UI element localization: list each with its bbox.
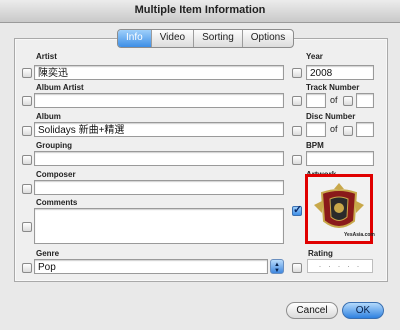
track-of-label: of — [330, 95, 338, 105]
year-field[interactable]: 2008 — [306, 65, 374, 80]
bpm-field[interactable] — [306, 151, 374, 166]
genre-checkbox[interactable] — [22, 263, 32, 273]
artist-field[interactable]: 陳奕迅 — [34, 65, 284, 80]
rating-stars[interactable]: · · · · · — [307, 259, 373, 273]
rating-checkbox[interactable] — [292, 263, 302, 273]
title-bar[interactable]: Multiple Item Information — [0, 0, 400, 23]
comments-field[interactable] — [34, 208, 284, 244]
artwork-checkbox[interactable]: ✓ — [292, 204, 303, 216]
bpm-checkbox[interactable] — [292, 155, 302, 165]
checkmark-icon: ✓ — [293, 204, 303, 216]
disc-total-field[interactable] — [356, 122, 374, 137]
genre-label: Genre — [36, 249, 60, 258]
artwork-well[interactable]: YesAsia.com — [305, 174, 375, 244]
disc-total-checkbox[interactable] — [343, 126, 353, 136]
chevron-down-icon: ▼ — [274, 268, 280, 274]
track-total-field[interactable] — [356, 93, 374, 108]
comments-checkbox[interactable] — [22, 222, 32, 232]
disc-number-label: Disc Number — [306, 112, 356, 121]
year-label: Year — [306, 52, 323, 61]
comments-label: Comments — [36, 198, 78, 207]
composer-label: Composer — [36, 170, 76, 179]
bpm-label: BPM — [306, 141, 324, 150]
tab-sorting[interactable]: Sorting — [194, 30, 243, 47]
genre-dropdown-stepper[interactable]: ▲ ▼ — [270, 259, 284, 274]
artwork-watermark: YesAsia.com — [344, 232, 375, 238]
year-checkbox[interactable] — [292, 68, 302, 78]
album-field[interactable]: Solidays 新曲+精選 — [34, 122, 284, 137]
grouping-label: Grouping — [36, 141, 72, 150]
composer-field[interactable] — [34, 180, 284, 195]
disc-of-label: of — [330, 124, 338, 134]
album-label: Album — [36, 112, 61, 121]
tab-bar: Info Video Sorting Options — [117, 29, 295, 48]
window-title: Multiple Item Information — [134, 4, 266, 16]
album-checkbox[interactable] — [22, 126, 32, 136]
track-number-label: Track Number — [306, 83, 360, 92]
disc-number-checkbox[interactable] — [292, 126, 302, 136]
tab-info[interactable]: Info — [118, 30, 152, 47]
tab-video[interactable]: Video — [152, 30, 195, 47]
tab-options[interactable]: Options — [243, 30, 293, 47]
genre-field[interactable]: Pop — [34, 259, 268, 274]
grouping-field[interactable] — [34, 151, 284, 166]
album-artist-checkbox[interactable] — [22, 96, 32, 106]
ok-button[interactable]: OK — [342, 302, 384, 319]
grouping-checkbox[interactable] — [22, 155, 32, 165]
track-number-checkbox[interactable] — [292, 96, 302, 106]
multiple-item-info-window: Multiple Item Information Info Video Sor… — [0, 0, 400, 330]
composer-checkbox[interactable] — [22, 184, 32, 194]
artist-checkbox[interactable] — [22, 68, 32, 78]
cancel-button[interactable]: Cancel — [286, 302, 338, 319]
rating-label: Rating — [308, 249, 333, 258]
artist-label: Artist — [36, 52, 57, 61]
track-total-checkbox[interactable] — [343, 96, 353, 106]
album-artist-field[interactable] — [34, 93, 284, 108]
track-number-field[interactable] — [306, 93, 326, 108]
album-artist-label: Album Artist — [36, 83, 84, 92]
disc-number-field[interactable] — [306, 122, 326, 137]
